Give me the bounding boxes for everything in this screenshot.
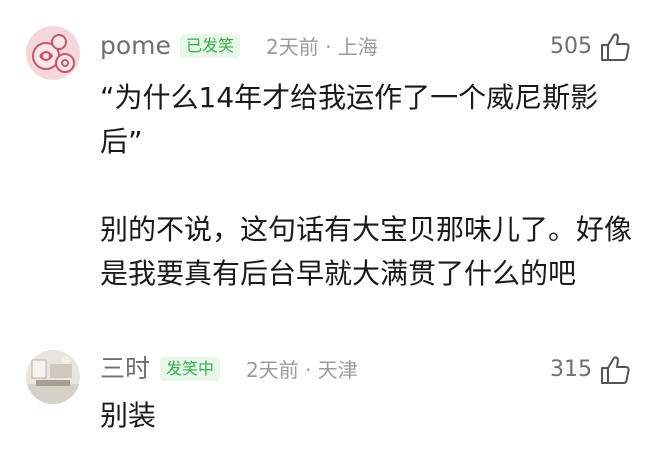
reaction-badge: 发笑中 [160, 357, 221, 381]
comment-line: 别的不说，这句话有大宝贝那味儿了。好像是我要真有后台早就大满贯了什么的吧 [100, 213, 633, 290]
reaction-badge: 已发笑 [180, 34, 241, 58]
comment-item: 三时 发笑中 2天前 · 天津 315 别装 [0, 330, 660, 470]
comment-line: 别装 [100, 399, 157, 432]
comment-text: 别装 [100, 394, 640, 438]
username[interactable]: 三时 [100, 354, 150, 384]
thumbs-up-icon[interactable] [598, 352, 634, 388]
comment-text: “为什么14年才给我运作了一个威尼斯影后” 别的不说，这句话有大宝贝那味儿了。好… [100, 76, 640, 296]
room-avatar-icon [26, 350, 80, 404]
avatar[interactable] [26, 350, 80, 404]
comment-line: “为什么14年才给我运作了一个威尼斯影后” [100, 81, 599, 158]
like-count: 505 [550, 34, 592, 59]
username[interactable]: pome [100, 31, 171, 61]
timestamp-location: 2天前 · 上海 [266, 35, 378, 59]
comment-item: pome 已发笑 2天前 · 上海 505 “为什么14年才给我运作了一个威尼斯… [0, 0, 660, 330]
timestamp-location: 2天前 · 天津 [246, 358, 358, 382]
avatar[interactable] [26, 26, 80, 80]
thumbs-up-icon[interactable] [598, 29, 634, 65]
like-count: 315 [550, 357, 592, 382]
rose-avatar-icon [26, 26, 80, 80]
